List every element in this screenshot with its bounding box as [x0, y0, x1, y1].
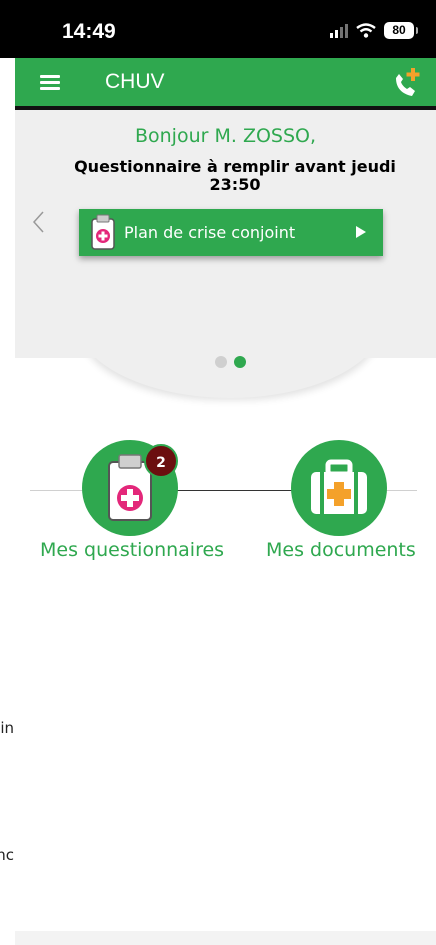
status-bar: 14:49 80: [0, 0, 436, 58]
sidebar-peek-item-1[interactable]: in: [0, 719, 15, 741]
menu-icon[interactable]: [40, 75, 60, 90]
sidebar-peek-item-2[interactable]: nc: [0, 846, 15, 868]
app-title: CHUV: [105, 70, 165, 93]
clipboard-plus-icon: [91, 214, 115, 250]
wifi-icon: [356, 23, 376, 38]
medical-kit-icon: [311, 459, 367, 514]
carousel-dot-1[interactable]: [215, 356, 227, 368]
crisis-plan-label: Plan de crise conjoint: [124, 223, 296, 242]
battery-indicator: 80: [384, 22, 418, 39]
main-content: Bonjour M. ZOSSO, Questionnaire à rempli…: [15, 110, 436, 945]
carousel-dot-2[interactable]: [234, 356, 246, 368]
questionnaires-count-badge: 2: [144, 444, 178, 478]
signal-icon: [330, 23, 348, 38]
documents-label[interactable]: Mes documents: [266, 539, 416, 561]
crisis-plan-card[interactable]: Plan de crise conjoint: [79, 209, 383, 256]
status-time: 14:49: [62, 20, 116, 43]
phone-plus-icon[interactable]: [390, 66, 422, 100]
documents-button[interactable]: [291, 440, 387, 536]
questionnaires-label[interactable]: Mes questionnaires: [40, 539, 224, 561]
play-icon: [356, 226, 366, 238]
questionnaire-reminder: Questionnaire à remplir avant jeudi 23:5…: [74, 157, 396, 194]
carousel-dots: [215, 356, 246, 368]
status-icons: 80: [330, 22, 418, 39]
chevron-left-icon[interactable]: [31, 210, 45, 234]
greeting-text: Bonjour M. ZOSSO,: [134, 125, 317, 147]
welcome-banner: Bonjour M. ZOSSO, Questionnaire à rempli…: [15, 110, 436, 358]
bottom-bar: [15, 931, 436, 945]
app-bar: CHUV: [15, 58, 436, 110]
